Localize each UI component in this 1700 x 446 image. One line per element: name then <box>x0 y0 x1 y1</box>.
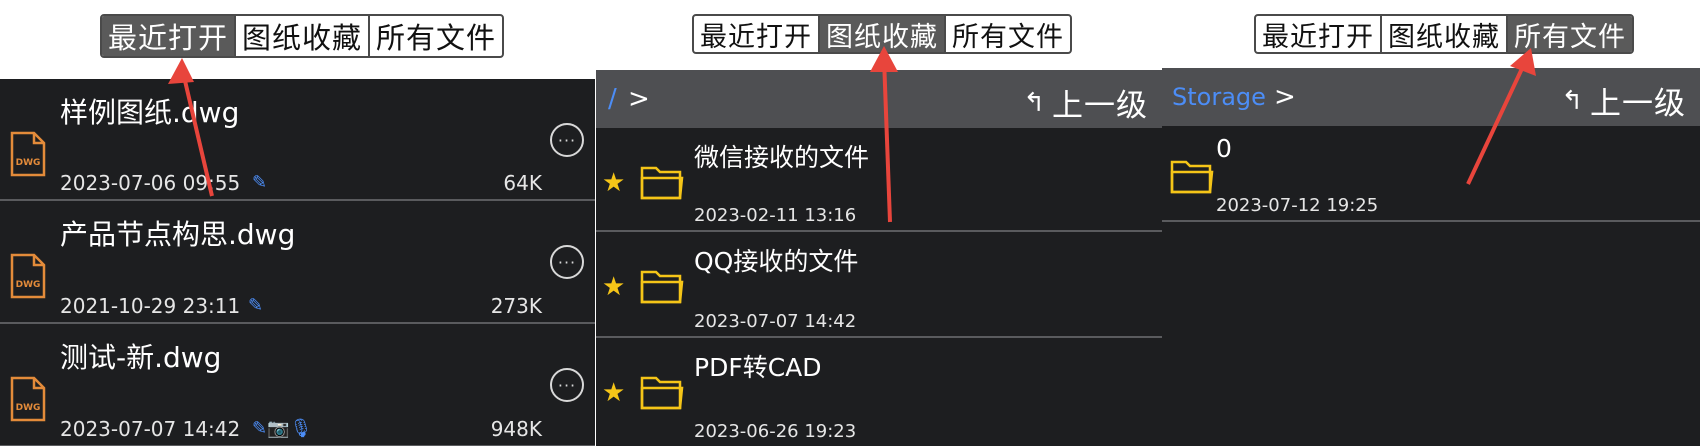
dwg-file-icon: DWG <box>10 131 46 177</box>
folder-date: 2023-07-12 19:25 <box>1216 195 1379 216</box>
chevron-right-icon: > <box>628 84 650 114</box>
file-name: 产品节点构思.dwg <box>60 218 296 251</box>
dwg-icon-label: DWG <box>16 158 41 168</box>
folder-name: 0 <box>1216 134 1232 163</box>
up-level-button[interactable]: ↰ 上一级 <box>1023 80 1148 125</box>
dwg-icon-label: DWG <box>16 280 41 290</box>
up-level-label: 上一级 <box>1590 86 1686 122</box>
folder-icon <box>640 270 684 304</box>
star-icon[interactable]: ★ <box>602 168 625 198</box>
more-options-button[interactable]: ··· <box>550 123 584 157</box>
file-row[interactable]: DWG 产品节点构思.dwg 2021-10-29 23:11 ✎ 273K ·… <box>0 201 596 324</box>
file-row[interactable]: DWG 测试-新.dwg 2023-07-07 14:42 ✎📷🎙 948K ·… <box>0 324 596 446</box>
tab-favorites[interactable]: 图纸收藏 <box>236 16 371 56</box>
tab-switcher: 最近打开 图纸收藏 所有文件 <box>692 14 1072 54</box>
folder-name: QQ接收的文件 <box>694 247 859 276</box>
file-date: 2023-07-06 09:55 <box>60 171 241 195</box>
tab-recent[interactable]: 最近打开 <box>694 16 820 52</box>
path-bar: Storage > ↰ 上一级 <box>1162 68 1700 126</box>
folder-list: ★ 微信接收的文件 2023-02-11 13:16 ★ QQ接收的文件 202… <box>596 128 1162 446</box>
tab-favorites[interactable]: 图纸收藏 <box>1382 16 1508 52</box>
tab-all-files[interactable]: 所有文件 <box>1508 16 1632 52</box>
dwg-icon-label: DWG <box>16 403 41 413</box>
attachment-icons: ✎📷🎙 <box>252 418 313 439</box>
dwg-file-icon: DWG <box>10 253 46 299</box>
folder-row[interactable]: ★ QQ接收的文件 2023-07-07 14:42 <box>596 232 1162 338</box>
more-options-button[interactable]: ··· <box>550 368 584 402</box>
tab-recent[interactable]: 最近打开 <box>102 16 237 56</box>
file-date: 2023-07-07 14:42 <box>60 417 241 441</box>
tab-switcher: 最近打开 图纸收藏 所有文件 <box>1254 14 1634 54</box>
all-files-panel: 最近打开 图纸收藏 所有文件 Storage > ↰ 上一级 0 2023-07… <box>1162 0 1700 446</box>
file-list: DWG 样例图纸.dwg 2023-07-06 09:55 ✎ 64K ··· … <box>0 79 596 446</box>
up-level-button[interactable]: ↰ 上一级 <box>1561 78 1686 123</box>
up-level-label: 上一级 <box>1052 88 1148 124</box>
recent-files-panel: 最近打开 图纸收藏 所有文件 DWG 样例图纸.dwg 2023-07-06 0… <box>0 0 596 446</box>
chevron-right-icon: > <box>1274 82 1296 112</box>
up-level-icon: ↰ <box>1561 85 1584 116</box>
folder-date: 2023-02-11 13:16 <box>694 205 857 226</box>
file-name: 测试-新.dwg <box>60 341 222 374</box>
folder-name: 微信接收的文件 <box>694 143 870 172</box>
file-name: 样例图纸.dwg <box>60 96 240 129</box>
folder-icon <box>640 166 684 200</box>
tab-switcher: 最近打开 图纸收藏 所有文件 <box>100 14 505 58</box>
tab-favorites[interactable]: 图纸收藏 <box>820 16 946 52</box>
folder-row[interactable]: ★ 微信接收的文件 2023-02-11 13:16 <box>596 128 1162 232</box>
path-breadcrumb[interactable]: Storage <box>1172 83 1266 111</box>
folder-icon <box>1170 160 1214 194</box>
attachment-icon: ✎ <box>248 295 264 316</box>
folder-date: 2023-07-07 14:42 <box>694 311 857 332</box>
attachment-icon: ✎ <box>252 172 268 193</box>
tab-all-files[interactable]: 所有文件 <box>946 16 1070 53</box>
folder-row[interactable]: 0 2023-07-12 19:25 <box>1162 126 1700 222</box>
dwg-file-icon: DWG <box>10 376 46 422</box>
file-date: 2021-10-29 23:11 <box>60 294 241 318</box>
folder-list: 0 2023-07-12 19:25 <box>1162 126 1700 446</box>
up-level-icon: ↰ <box>1023 87 1046 118</box>
path-breadcrumb[interactable]: / <box>608 84 617 114</box>
file-size: 948K <box>490 417 542 441</box>
folder-row[interactable]: ★ PDF转CAD 2023-06-26 19:23 <box>596 338 1162 446</box>
star-icon[interactable]: ★ <box>602 378 625 408</box>
more-options-button[interactable]: ··· <box>550 245 584 279</box>
folder-icon <box>640 376 684 410</box>
file-size: 64K <box>503 171 542 195</box>
folder-date: 2023-06-26 19:23 <box>694 421 857 442</box>
favorites-panel: 最近打开 图纸收藏 所有文件 / > ↰ 上一级 ★ 微信接收的文件 2023-… <box>596 0 1162 446</box>
tab-recent[interactable]: 最近打开 <box>1256 16 1382 52</box>
folder-name: PDF转CAD <box>694 353 822 382</box>
file-size: 273K <box>490 294 542 318</box>
file-row[interactable]: DWG 样例图纸.dwg 2023-07-06 09:55 ✎ 64K ··· <box>0 79 596 201</box>
star-icon[interactable]: ★ <box>602 272 625 302</box>
tab-all-files[interactable]: 所有文件 <box>370 16 502 56</box>
path-bar: / > ↰ 上一级 <box>596 70 1162 128</box>
